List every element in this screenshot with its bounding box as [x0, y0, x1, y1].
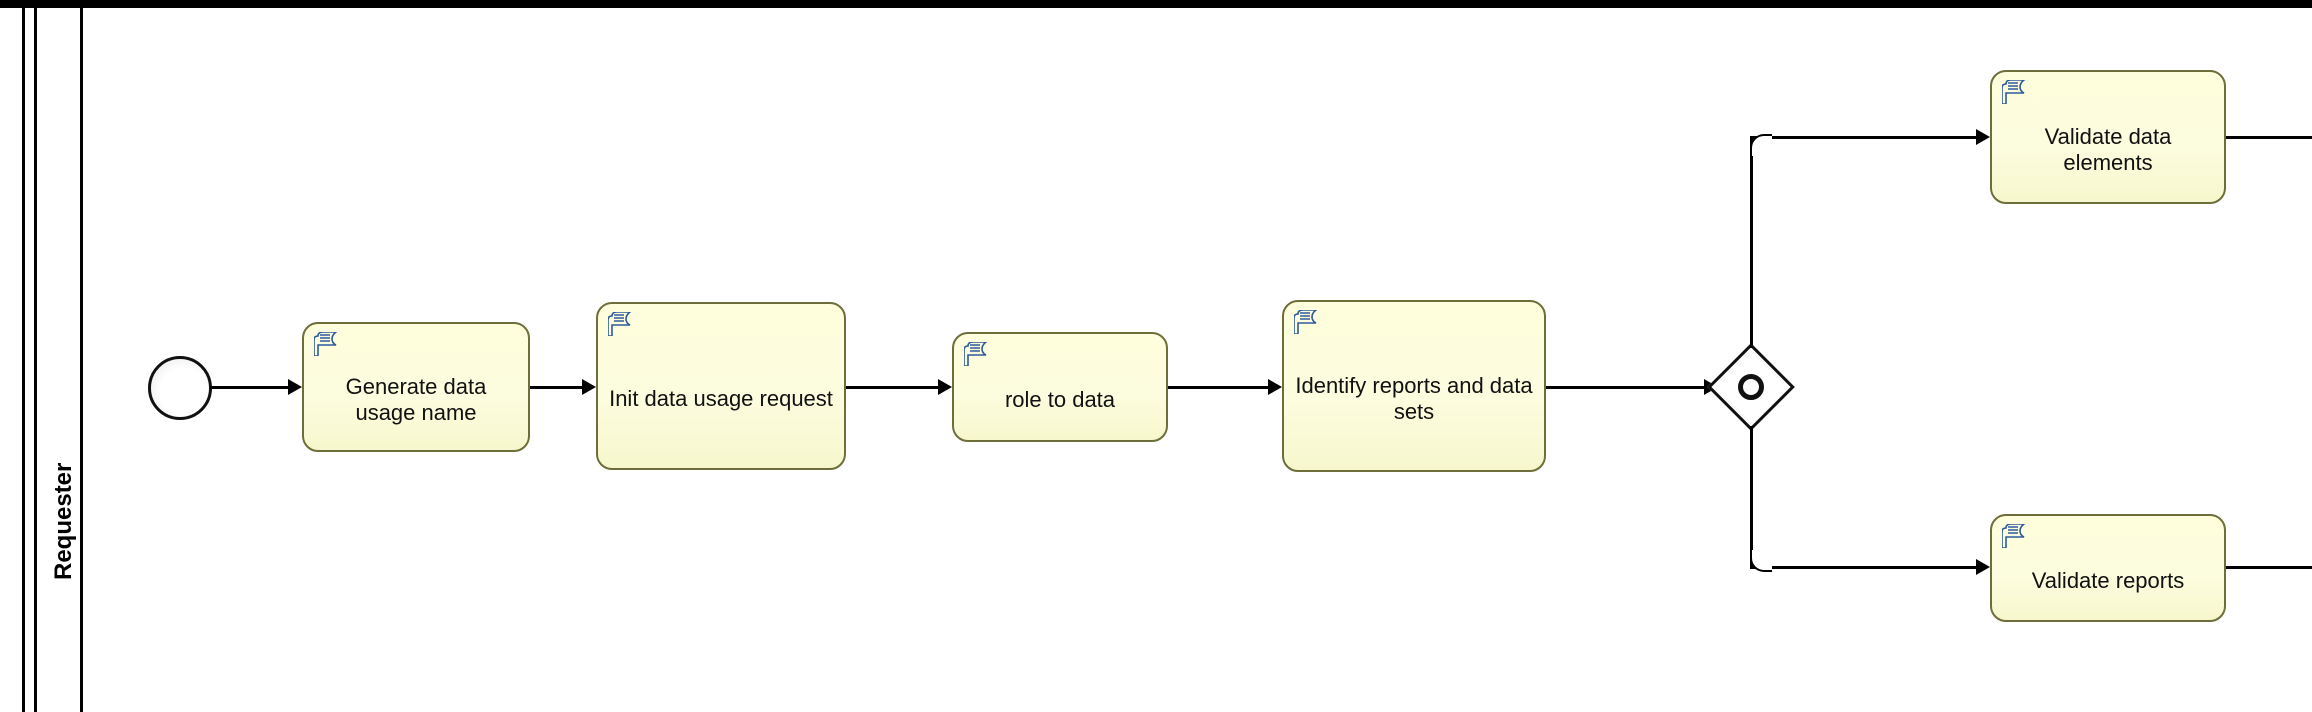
pool-outer-line	[22, 8, 25, 712]
flow-init-to-role	[846, 386, 940, 389]
flow-gateway-up-vertical	[1750, 136, 1753, 348]
flow-gateway-down-vertical	[1750, 426, 1753, 568]
lane-label: Requester	[50, 463, 78, 580]
script-task-icon	[608, 312, 634, 336]
script-task-icon	[2002, 524, 2028, 548]
task-init-data-usage-request[interactable]: Init data usage request	[596, 302, 846, 470]
pool-inner-line	[34, 8, 37, 712]
flow-validate-reports-out	[2226, 566, 2312, 569]
arrow-generate-to-init	[582, 379, 596, 395]
task-label: role to data	[964, 368, 1156, 432]
flow-validate-elements-out	[2226, 136, 2312, 139]
task-generate-data-usage-name[interactable]: Generate data usage name	[302, 322, 530, 452]
task-label: Validate reports	[2002, 550, 2214, 612]
script-task-icon	[2002, 80, 2028, 104]
flow-gateway-down-horizontal	[1750, 566, 1978, 569]
flow-identify-to-gateway	[1546, 386, 1706, 389]
task-validate-data-elements[interactable]: Validate data elements	[1990, 70, 2226, 204]
arrow-start-to-generate	[288, 379, 302, 395]
script-task-icon	[1294, 310, 1320, 334]
corner-down	[1750, 550, 1772, 572]
bpmn-canvas: Requester Generate data usage name Init …	[0, 0, 2312, 712]
arrow-role-to-identify	[1268, 379, 1282, 395]
flow-generate-to-init	[530, 386, 584, 389]
gateway-circle-marker	[1738, 374, 1764, 400]
task-label: Init data usage request	[608, 338, 834, 460]
script-task-icon	[314, 332, 340, 356]
arrow-gateway-to-validate-elements	[1976, 129, 1990, 145]
flow-gateway-up-horizontal	[1750, 136, 1978, 139]
task-label: Identify reports and data sets	[1294, 336, 1534, 462]
script-task-icon	[964, 342, 990, 366]
task-label: Generate data usage name	[314, 358, 518, 442]
flow-start-to-generate	[210, 386, 290, 389]
inclusive-gateway[interactable]	[1720, 356, 1782, 418]
arrow-init-to-role	[938, 379, 952, 395]
corner-up	[1750, 134, 1772, 156]
arrow-gateway-to-validate-reports	[1976, 559, 1990, 575]
task-role-to-data[interactable]: role to data	[952, 332, 1168, 442]
lane-separator-line	[80, 8, 83, 712]
window-top-bar	[0, 0, 2312, 8]
flow-role-to-identify	[1168, 386, 1270, 389]
start-event[interactable]	[148, 356, 212, 420]
task-label: Validate data elements	[2002, 106, 2214, 194]
task-identify-reports-and-data-sets[interactable]: Identify reports and data sets	[1282, 300, 1546, 472]
task-validate-reports[interactable]: Validate reports	[1990, 514, 2226, 622]
